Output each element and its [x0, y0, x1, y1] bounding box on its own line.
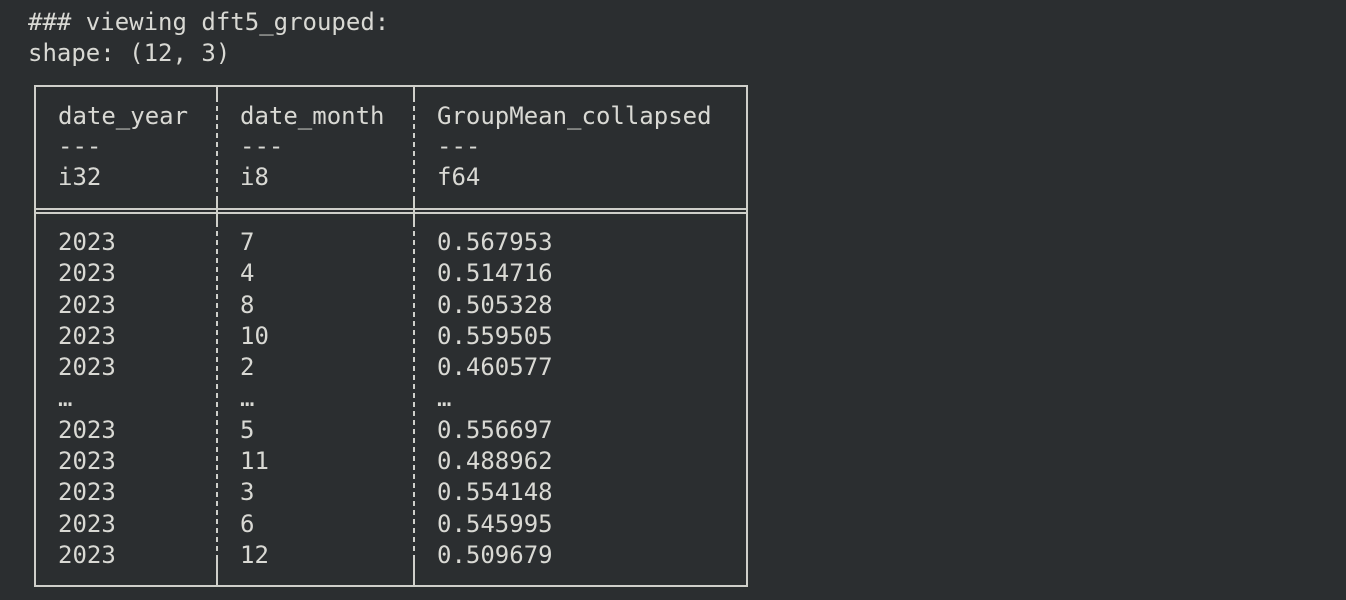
table-row: 2023 10 0.559505	[36, 321, 746, 352]
cell-date-month: 8	[240, 290, 255, 319]
cell-groupmean: 0.545995	[437, 509, 553, 538]
cell-groupmean: 0.505328	[437, 290, 553, 319]
cell-date-year: 2023	[58, 415, 116, 444]
cell-date-year: 2023	[58, 259, 116, 288]
cell-date-year: 2023	[58, 478, 116, 507]
cell-date-month: 11	[240, 447, 269, 476]
header-body-divider	[36, 208, 746, 214]
column-header-date-year: date_year	[58, 102, 189, 130]
cell-date-year: 2023	[58, 228, 116, 256]
output-title-line: ### viewing dft5_grouped:	[28, 8, 390, 36]
column-dtype: i8	[240, 163, 269, 191]
table-row: 2023 12 0.509679	[36, 540, 746, 571]
cell-date-month: 2	[240, 353, 255, 382]
cell-date-year: 2023	[58, 290, 116, 319]
column-dtype: i32	[58, 163, 102, 191]
table-row: 2023 2 0.460577	[36, 352, 746, 383]
cell-date-year: 2023	[58, 447, 116, 476]
table-row: 2023 8 0.505328	[36, 290, 746, 321]
cell-groupmean: 0.509679	[437, 540, 553, 569]
cell-groupmean: 0.460577	[437, 353, 553, 382]
table-row: 2023 7 0.567953	[36, 227, 746, 258]
ellipsis-cell: …	[58, 384, 73, 413]
table-row: 2023 6 0.545995	[36, 509, 746, 540]
column-dtype: f64	[437, 163, 481, 191]
column-header-rule: ---	[58, 132, 102, 160]
table-body: 2023 7 0.567953 2023 4 0.514716 2023 8 0…	[36, 227, 746, 571]
cell-date-month: 6	[240, 509, 255, 538]
shape-line: shape: (12, 3)	[28, 39, 231, 67]
cell-date-year: 2023	[58, 540, 116, 569]
table-row-ellipsis: … … …	[36, 383, 746, 414]
table-row: 2023 5 0.556697	[36, 415, 746, 446]
column-header-rule: ---	[437, 132, 481, 160]
cell-date-month: 10	[240, 321, 269, 350]
cell-groupmean: 0.514716	[437, 259, 553, 288]
cell-groupmean: 0.488962	[437, 447, 553, 476]
table-row: 2023 3 0.554148	[36, 477, 746, 508]
ellipsis-cell: …	[240, 384, 255, 413]
cell-date-month: 5	[240, 415, 255, 444]
cell-date-month: 7	[240, 228, 255, 256]
cell-date-month: 12	[240, 540, 269, 569]
cell-groupmean: 0.567953	[437, 228, 553, 256]
column-header-groupmean-collapsed: GroupMean_collapsed	[437, 102, 712, 130]
cell-date-month: 3	[240, 478, 255, 507]
cell-date-year: 2023	[58, 353, 116, 382]
cell-groupmean: 0.556697	[437, 415, 553, 444]
cell-groupmean: 0.554148	[437, 478, 553, 507]
cell-date-month: 4	[240, 259, 255, 288]
dataframe-table: date_year date_month GroupMean_collapsed…	[34, 85, 748, 587]
cell-date-year: 2023	[58, 321, 116, 350]
column-header-date-month: date_month	[240, 102, 385, 130]
cell-groupmean: 0.559505	[437, 321, 553, 350]
table-row: 2023 11 0.488962	[36, 446, 746, 477]
column-header-rule: ---	[240, 132, 284, 160]
ellipsis-cell: …	[437, 384, 452, 413]
table-row: 2023 4 0.514716	[36, 258, 746, 289]
cell-date-year: 2023	[58, 509, 116, 538]
